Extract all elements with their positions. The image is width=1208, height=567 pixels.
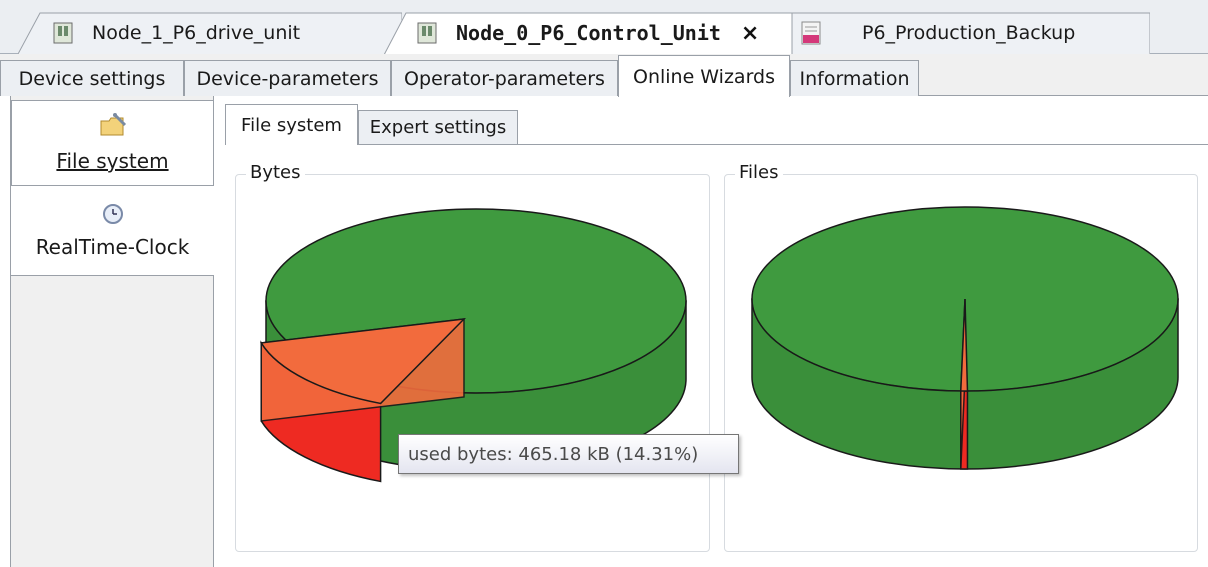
device-icon xyxy=(52,21,74,45)
side-item-file-system[interactable]: File system xyxy=(11,100,214,186)
tab-information[interactable]: Information xyxy=(790,60,919,96)
editor-tabs: Device settings Device-parameters Operat… xyxy=(0,54,1208,97)
bytes-pie-chart xyxy=(259,208,687,483)
doc-tab-backup[interactable]: P6_Production_Backup xyxy=(792,12,1150,54)
tab-expert-settings[interactable]: Expert settings xyxy=(358,110,518,144)
folder-icon xyxy=(99,113,127,143)
files-group-label: Files xyxy=(735,162,783,183)
doc-tab-label: Node_1_P6_drive_unit xyxy=(92,22,301,44)
bytes-group: Bytes xyxy=(235,162,710,552)
window: Node_1_P6_drive_unit Node_0_P6_Control_U… xyxy=(0,0,1208,567)
files-group: Files xyxy=(724,162,1198,552)
side-item-realtime-clock[interactable]: RealTime-Clock xyxy=(11,186,214,276)
doc-tab-node1[interactable]: Node_1_P6_drive_unit xyxy=(18,12,402,54)
backup-icon xyxy=(800,21,822,45)
side-navigation: File system RealTime-Clock xyxy=(10,96,214,567)
doc-tab-label: P6_Production_Backup xyxy=(862,22,1076,44)
chart-tooltip: used bytes: 465.18 kB (14.31%) xyxy=(398,434,739,474)
divider xyxy=(225,144,1208,145)
main-content: File system Expert settings Bytes Files xyxy=(215,96,1208,567)
clock-icon xyxy=(102,203,124,229)
doc-tab-node0[interactable]: Node_0_P6_Control_Unit × xyxy=(384,12,792,55)
tab-online-wizards[interactable]: Online Wizards xyxy=(618,55,790,97)
tab-device-settings[interactable]: Device settings xyxy=(0,60,184,96)
doc-tab-label: Node_0_P6_Control_Unit xyxy=(456,21,721,45)
tab-file-system[interactable]: File system xyxy=(225,104,358,145)
tab-operator-parameters[interactable]: Operator-parameters xyxy=(391,60,618,96)
document-tab-strip: Node_1_P6_drive_unit Node_0_P6_Control_U… xyxy=(0,0,1208,55)
tab-device-parameters[interactable]: Device-parameters xyxy=(184,60,391,96)
side-item-label: File system xyxy=(56,149,169,173)
bytes-group-label: Bytes xyxy=(246,162,305,183)
close-icon[interactable]: × xyxy=(741,21,759,46)
files-pie-chart xyxy=(751,206,1179,470)
side-item-label: RealTime-Clock xyxy=(35,234,190,259)
device-icon xyxy=(416,21,438,45)
